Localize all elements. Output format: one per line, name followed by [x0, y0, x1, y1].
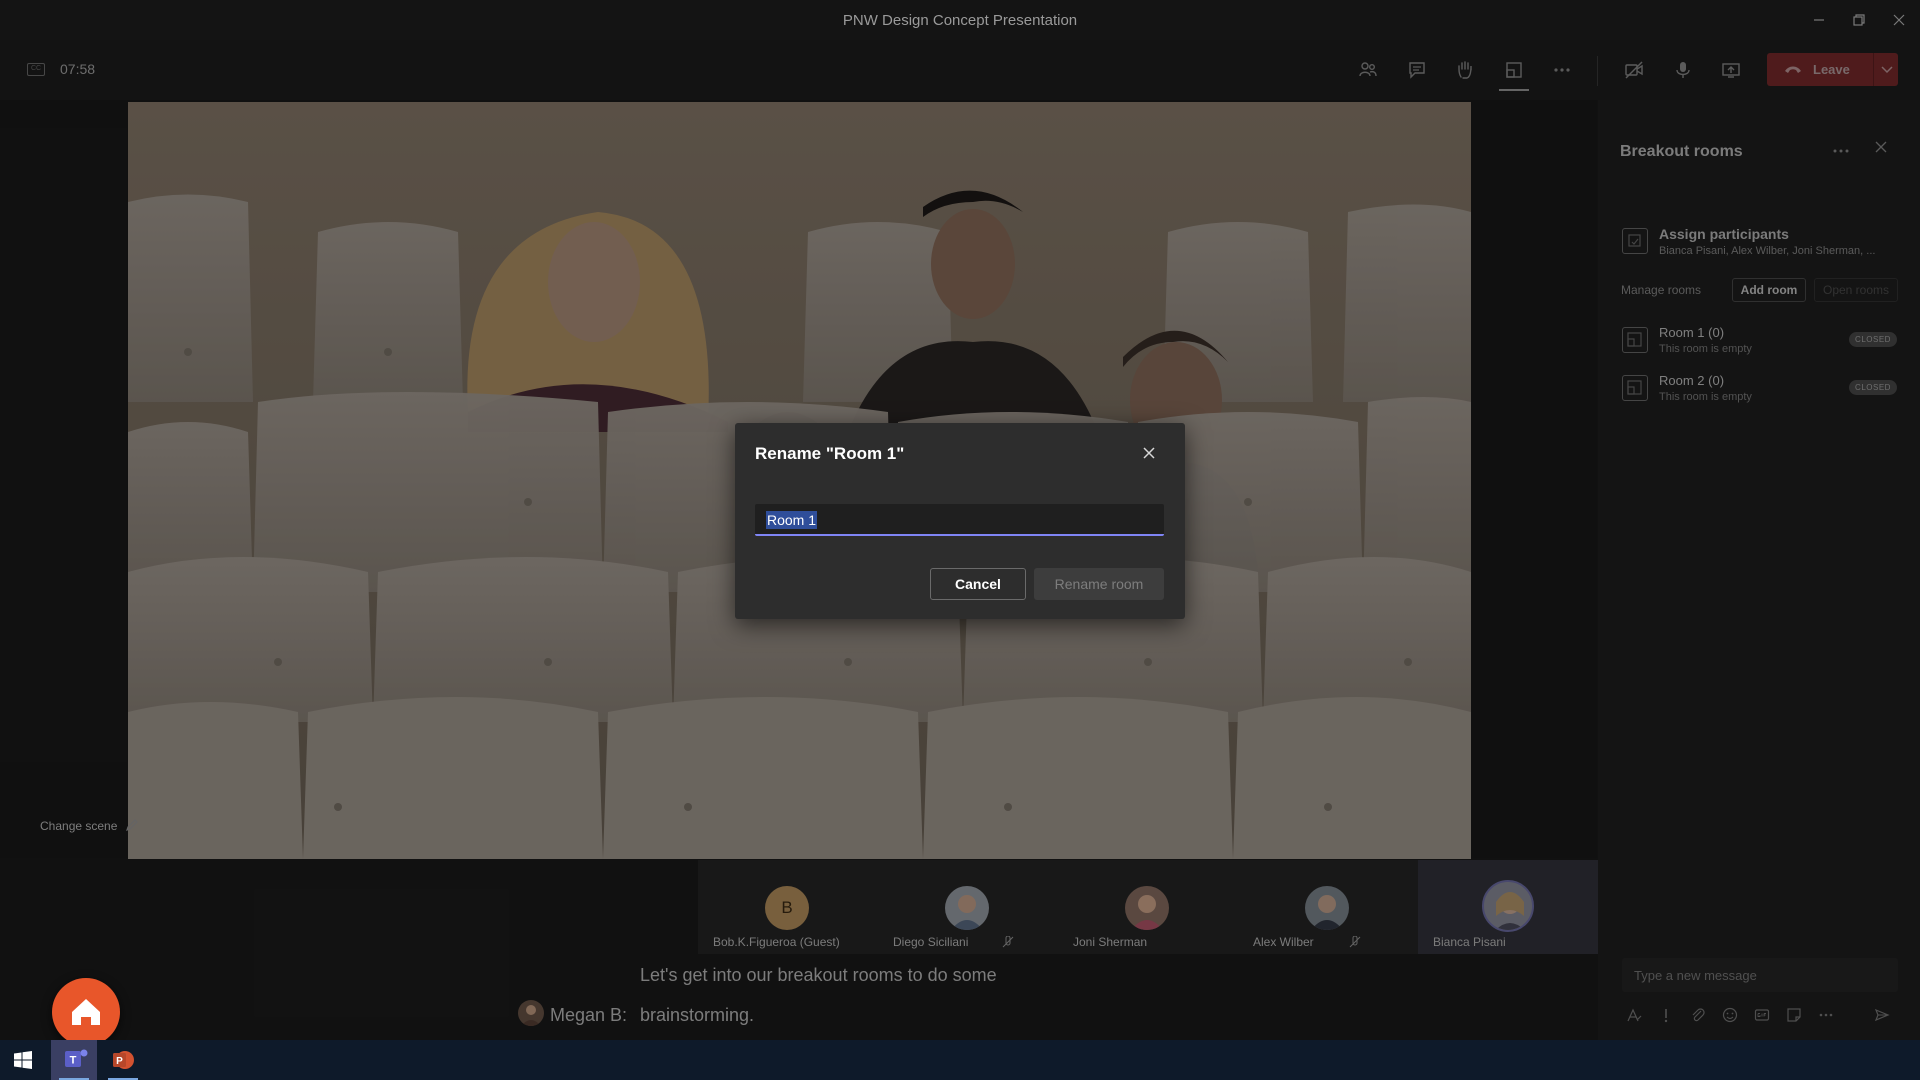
- rename-room-dialog: Rename "Room 1" Room 1 Cancel Rename roo…: [735, 423, 1185, 619]
- dialog-close-button[interactable]: [1139, 443, 1159, 463]
- svg-text:P: P: [116, 1056, 123, 1067]
- title-bar: PNW Design Concept Presentation: [0, 0, 1920, 40]
- restore-button[interactable]: [1846, 8, 1872, 32]
- close-icon: [1143, 447, 1155, 459]
- close-icon: [1893, 14, 1905, 26]
- restore-icon: [1853, 14, 1865, 26]
- teams-icon: T: [65, 1049, 88, 1067]
- taskbar-powerpoint[interactable]: P: [100, 1040, 146, 1080]
- minimize-button[interactable]: [1806, 8, 1832, 32]
- windows-start-icon[interactable]: [14, 1051, 32, 1069]
- svg-text:T: T: [70, 1055, 77, 1067]
- rename-room-button[interactable]: Rename room: [1034, 568, 1164, 600]
- taskbar-teams[interactable]: T: [51, 1040, 97, 1080]
- room-name-input[interactable]: Room 1: [755, 504, 1164, 536]
- room-name-input-value[interactable]: Room 1: [766, 511, 818, 529]
- window-title: PNW Design Concept Presentation: [842, 12, 1078, 29]
- os-taskbar: T P: [0, 1040, 1920, 1080]
- home-button[interactable]: [52, 978, 120, 1046]
- home-icon: [72, 999, 100, 1025]
- dialog-title: Rename "Room 1": [755, 444, 905, 463]
- close-window-button[interactable]: [1886, 8, 1912, 32]
- powerpoint-icon: P: [113, 1051, 134, 1069]
- minimize-icon: [1814, 19, 1824, 21]
- cancel-button[interactable]: Cancel: [930, 568, 1026, 600]
